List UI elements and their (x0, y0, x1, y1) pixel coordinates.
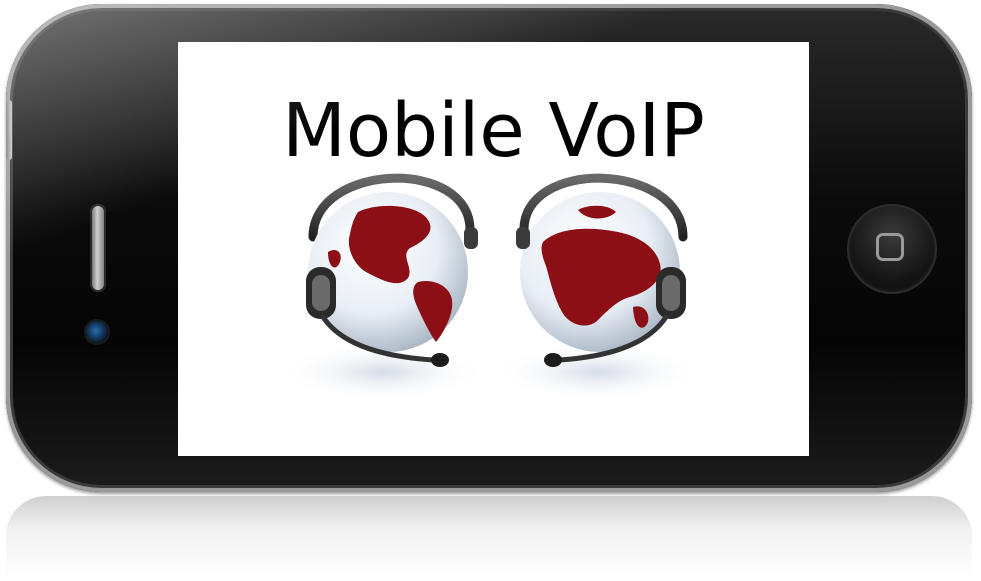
home-icon (876, 233, 904, 261)
speaker-icon (90, 204, 106, 292)
volume-key (6, 100, 12, 160)
right-globe-icon (516, 173, 688, 367)
voip-illustration (278, 173, 703, 402)
phone-reflection (6, 496, 972, 581)
left-globe-icon (306, 173, 478, 367)
home-button[interactable] (847, 204, 937, 294)
camera-icon (86, 321, 108, 343)
phone-body: Mobile VoIP (6, 4, 972, 492)
phone-screen: Mobile VoIP (178, 42, 809, 456)
stage: Mobile VoIP (0, 0, 981, 581)
